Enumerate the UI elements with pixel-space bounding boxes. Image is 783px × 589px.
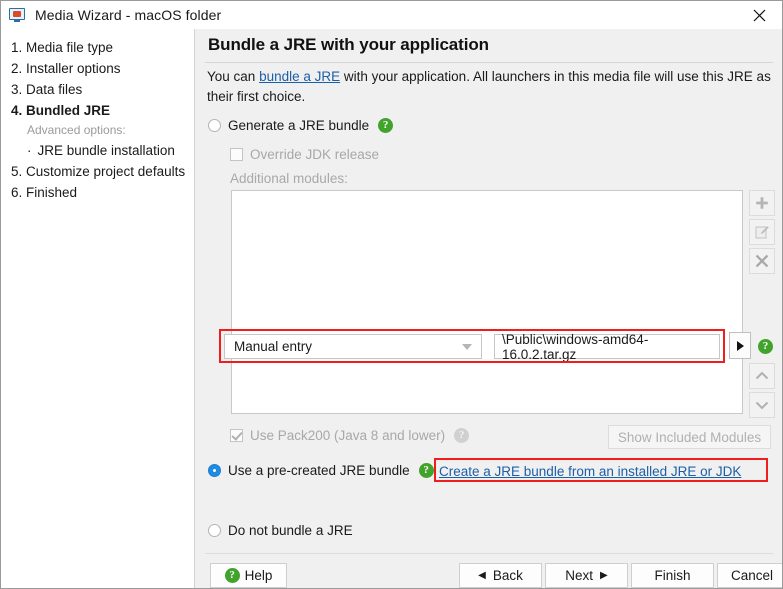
next-button[interactable]: Next ▶ <box>545 563 628 588</box>
do-not-bundle-jre-radio[interactable] <box>208 524 221 537</box>
triangle-right-icon <box>736 340 744 351</box>
page-title: Bundle a JRE with your application <box>208 35 489 54</box>
generate-jre-bundle-radio[interactable] <box>208 119 221 132</box>
use-pack200-label: Use Pack200 (Java 8 and lower) <box>250 428 446 443</box>
cancel-button[interactable]: Cancel <box>717 563 782 588</box>
next-button-label: Next <box>565 568 594 583</box>
media-wizard-window: Media Wizard - macOS folder 1. Media fil… <box>0 0 783 589</box>
main-panel: Bundle a JRE with your application You c… <box>196 29 782 588</box>
jre-source-dropdown-value: Manual entry <box>234 339 313 354</box>
triangle-left-icon: ◀ <box>478 570 486 581</box>
move-down-button[interactable] <box>749 392 775 418</box>
help-button[interactable]: ? Help <box>210 563 287 588</box>
close-icon[interactable] <box>737 1 782 29</box>
sidebar-item-data-files[interactable]: 3. Data files <box>9 79 194 100</box>
additional-modules-label: Additional modules: <box>230 171 348 186</box>
window-title: Media Wizard - macOS folder <box>35 7 222 23</box>
title-bar: Media Wizard - macOS folder <box>1 1 782 29</box>
help-button-label: Help <box>244 568 273 583</box>
sidebar-item-jre-bundle-installation[interactable]: · JRE bundle installation <box>9 140 194 161</box>
generate-jre-help-icon[interactable]: ? <box>378 118 394 133</box>
back-button[interactable]: ◀ Back <box>459 563 542 588</box>
use-precreated-jre-bundle-label: Use a pre-created JRE bundle <box>228 463 410 478</box>
sidebar-item-finished[interactable]: 6. Finished <box>9 182 194 203</box>
precreated-jre-help-icon[interactable]: ? <box>418 463 434 478</box>
wizard-steps-sidebar: 1. Media file type 2. Installer options … <box>1 29 195 588</box>
additional-modules-list[interactable] <box>231 190 743 414</box>
pack200-help-icon: ? <box>454 428 470 443</box>
title-divider <box>205 62 773 63</box>
sidebar-item-installer-options[interactable]: 2. Installer options <box>9 58 194 79</box>
generate-jre-bundle-label: Generate a JRE bundle <box>228 118 370 133</box>
use-pack200-checkbox-row: Use Pack200 (Java 8 and lower) ? <box>230 428 470 443</box>
override-jdk-release-checkbox-row: Override JDK release <box>230 147 379 162</box>
show-included-modules-button: Show Included Modules <box>608 425 771 449</box>
help-green-icon: ? <box>224 568 240 583</box>
use-precreated-jre-bundle-radio[interactable] <box>208 464 221 477</box>
sidebar-advanced-options-label: Advanced options: <box>27 123 126 137</box>
intro-paragraph: You can bundle a JRE with your applicati… <box>207 67 772 107</box>
footer-divider <box>205 553 773 554</box>
edit-module-button[interactable] <box>749 219 775 245</box>
browse-jre-path-button[interactable] <box>729 332 751 359</box>
do-not-bundle-jre-radio-row[interactable]: Do not bundle a JRE <box>208 523 353 538</box>
generate-jre-bundle-radio-row[interactable]: Generate a JRE bundle ? <box>208 118 394 133</box>
sidebar-item-bundled-jre[interactable]: 4. Bundled JRE <box>9 100 194 121</box>
bullet-icon: · <box>27 143 32 158</box>
intro-text-before: You can <box>207 69 260 84</box>
move-up-button[interactable] <box>749 363 775 389</box>
sidebar-subitem-label: JRE bundle installation <box>37 143 175 158</box>
sidebar-item-media-file-type[interactable]: 1. Media file type <box>9 37 194 58</box>
create-jre-bundle-link[interactable]: Create a JRE bundle from an installed JR… <box>439 464 741 479</box>
jre-path-value: \Public\windows-amd64-16.0.2.tar.gz <box>502 331 649 362</box>
jre-source-dropdown[interactable]: Manual entry <box>224 334 482 359</box>
do-not-bundle-jre-label: Do not bundle a JRE <box>228 523 353 538</box>
sidebar-item-customize-project-defaults[interactable]: 5. Customize project defaults <box>9 161 194 182</box>
monitor-icon <box>9 7 25 23</box>
add-module-button[interactable] <box>749 190 775 216</box>
back-button-label: Back <box>492 568 523 583</box>
delete-module-button[interactable] <box>749 248 775 274</box>
triangle-right-icon-next: ▶ <box>600 570 608 581</box>
override-jdk-release-checkbox <box>230 148 243 161</box>
jre-path-input[interactable]: \Public\windows-amd64-16.0.2.tar.gz <box>494 331 720 362</box>
use-precreated-jre-bundle-radio-row[interactable]: Use a pre-created JRE bundle ? <box>208 463 434 478</box>
use-pack200-checkbox <box>230 429 243 442</box>
bundle-a-jre-link[interactable]: bundle a JRE <box>259 69 340 84</box>
chevron-down-icon <box>462 343 472 350</box>
override-jdk-release-label: Override JDK release <box>250 147 380 162</box>
finish-button[interactable]: Finish <box>631 563 714 588</box>
jre-path-help-icon[interactable]: ? <box>758 339 773 354</box>
